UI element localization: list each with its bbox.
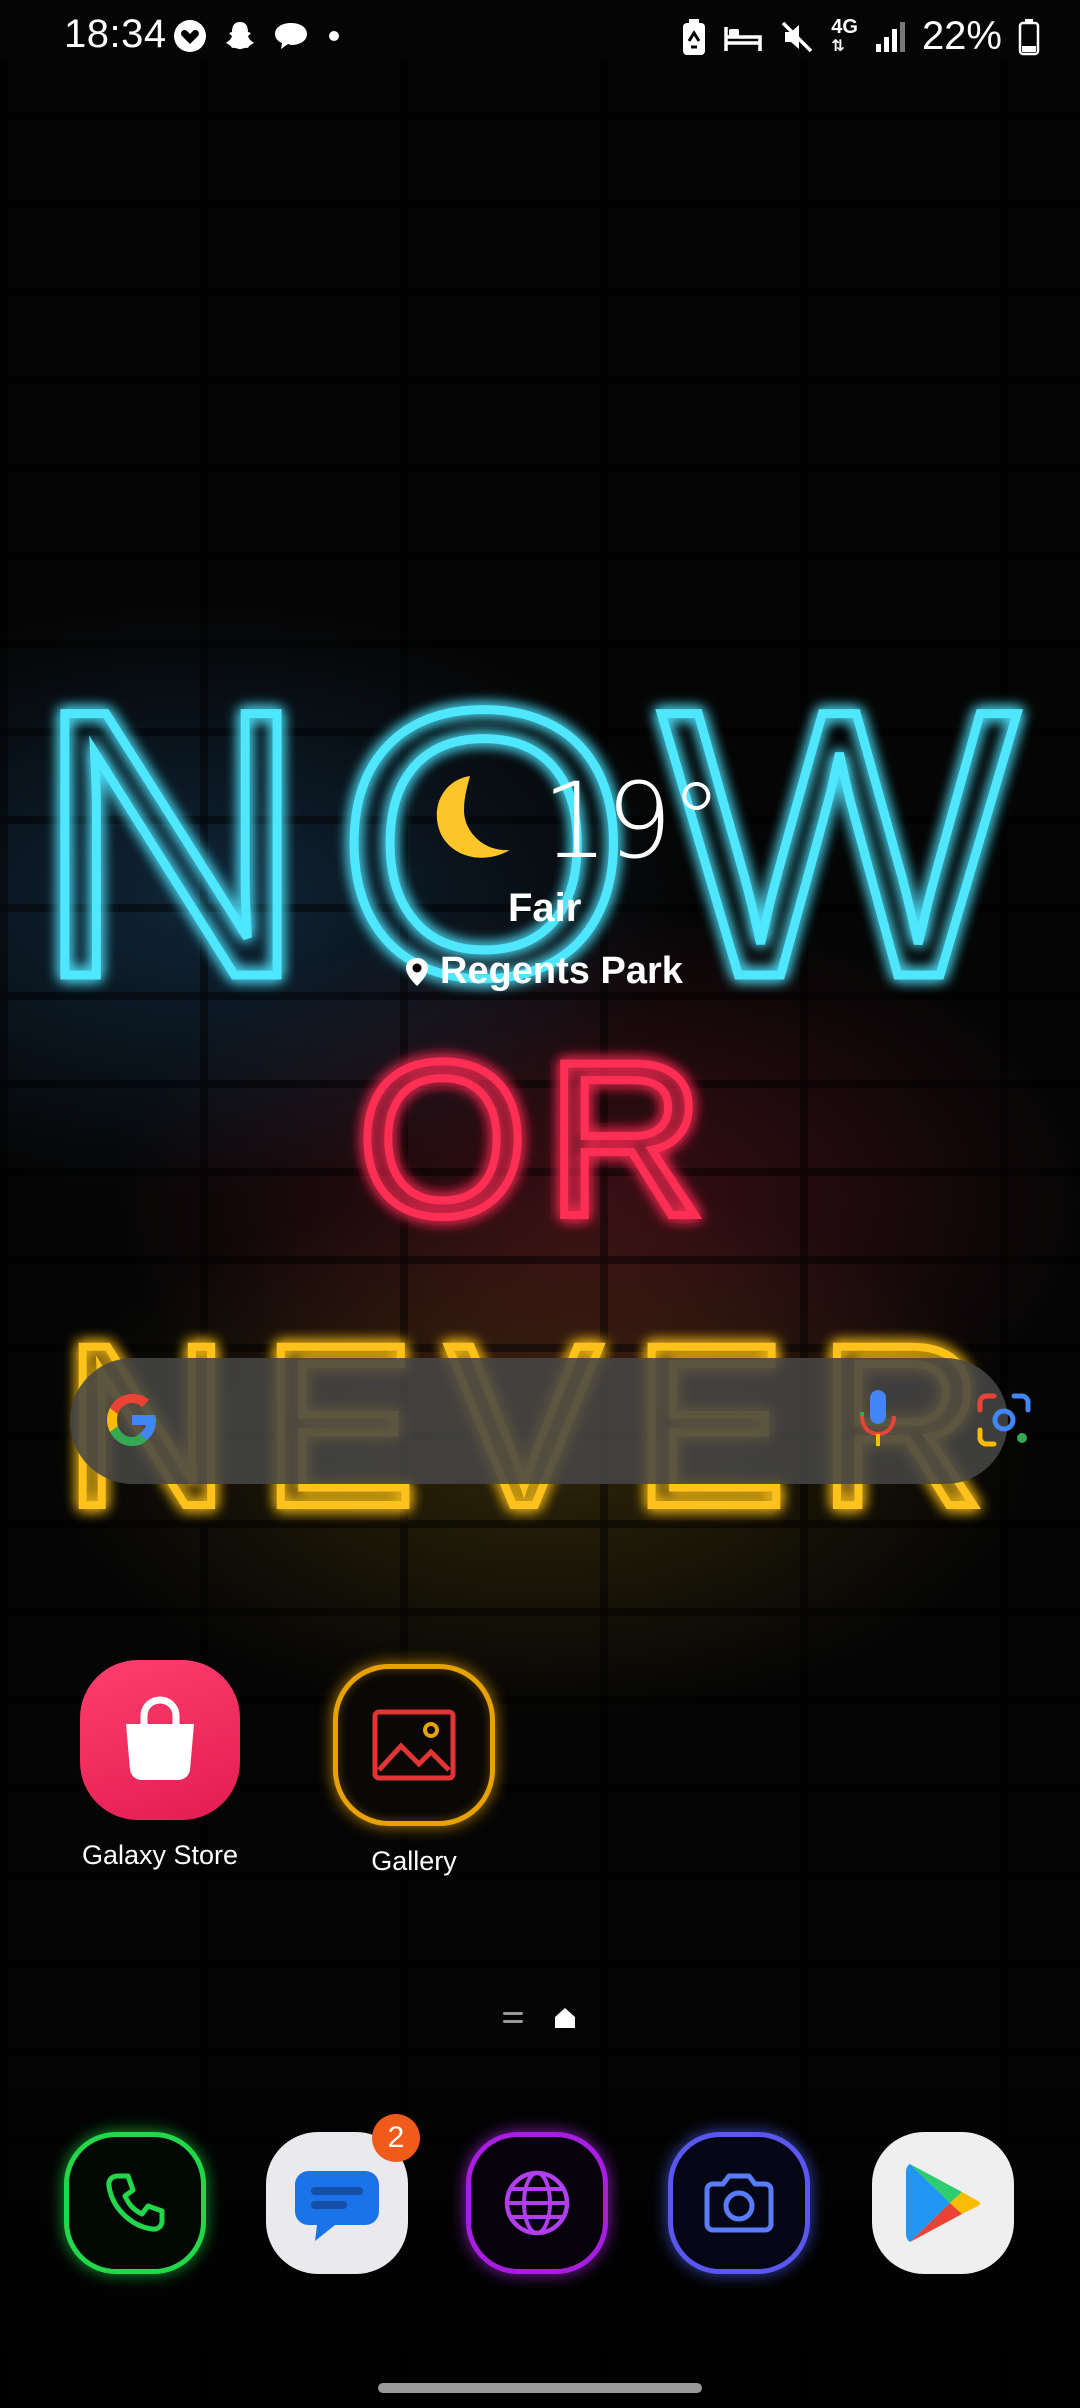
dock-internet-app[interactable] (466, 2132, 608, 2274)
weather-widget[interactable]: 19° Fair Regents Park (0, 0, 1080, 1000)
globe-icon (504, 2170, 570, 2236)
app-galaxy-store[interactable]: Galaxy Store (60, 1660, 260, 1871)
message-icon (295, 2171, 379, 2241)
play-store-icon (906, 2164, 981, 2242)
unread-badge: 2 (372, 2114, 420, 2162)
app-gallery[interactable]: Gallery (314, 1664, 514, 1877)
home-icon[interactable] (552, 2005, 578, 2031)
camera-lens-icon[interactable] (972, 1388, 1036, 1452)
galaxy-store-icon (80, 1660, 240, 1820)
gesture-navigation-bar[interactable] (378, 2383, 702, 2393)
moon-icon (436, 776, 510, 858)
weather-condition: Fair (508, 886, 582, 930)
battery-saver-icon (683, 18, 706, 55)
phone-icon (106, 2173, 165, 2232)
chat-bubble-icon (275, 23, 307, 49)
page-indicator[interactable] (500, 2005, 578, 2031)
google-g-logo (107, 1394, 156, 1446)
mic-icon[interactable] (850, 1386, 906, 1456)
dot-icon (329, 31, 339, 41)
sleep-mode-icon (724, 26, 762, 51)
temperature: 19° (542, 760, 722, 882)
gallery-icon (333, 1664, 495, 1826)
battery-percent: 22% (921, 14, 1002, 58)
google-search-bar[interactable] (70, 1358, 1031, 1484)
shopping-bag-icon (126, 1696, 194, 1780)
4g-data-icon: 4G ⇅ (831, 15, 858, 56)
neon-or-text: OR (357, 1016, 723, 1262)
dock-phone-app[interactable] (64, 2132, 206, 2274)
picture-icon (372, 1709, 456, 1781)
apps-list-icon[interactable] (500, 2007, 526, 2029)
mute-icon (782, 21, 813, 52)
data-arrows-icon: ⇅ (831, 37, 845, 55)
snapchat-icon (226, 22, 254, 49)
heart-notification-icon (174, 20, 206, 52)
system-icons: 4G ⇅ 22% (681, 14, 1040, 59)
status-bar: 18:34 4G ⇅ 22% (0, 0, 1080, 72)
location-pin-icon (406, 957, 428, 986)
network-type-label: 4G (831, 15, 858, 38)
dock-camera-app[interactable] (668, 2132, 810, 2274)
weather-location: Regents Park (440, 950, 683, 992)
clock: 18:34 (64, 12, 167, 56)
camera-icon (704, 2173, 774, 2233)
dock-play-store-app[interactable] (872, 2132, 1014, 2274)
location-row: Regents Park (404, 950, 683, 993)
battery-icon (1018, 18, 1040, 55)
signal-icon (875, 21, 905, 52)
app-label: Galaxy Store (81, 1840, 239, 1870)
notification-icons (172, 18, 344, 54)
app-label: Gallery (371, 1846, 457, 1876)
